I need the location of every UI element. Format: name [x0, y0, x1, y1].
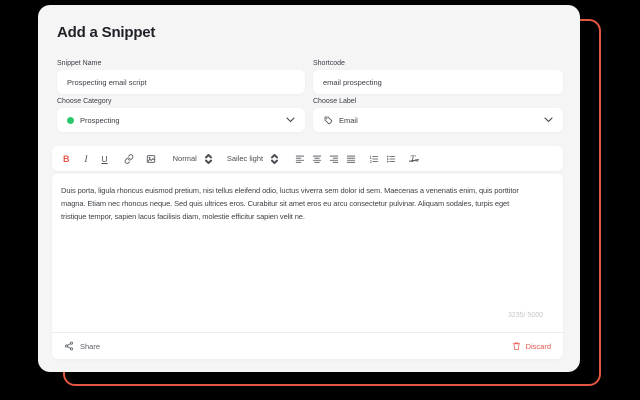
- clear-formatting-button[interactable]: Tx: [410, 154, 418, 164]
- category-value: Prospecting: [80, 115, 120, 125]
- italic-button[interactable]: I: [85, 154, 88, 164]
- label-select[interactable]: Email: [313, 108, 563, 132]
- tag-icon: [324, 116, 333, 125]
- category-color-dot: [67, 116, 74, 124]
- shortcode-label: Shortcode: [313, 60, 345, 67]
- link-icon: [124, 153, 133, 164]
- insert-link-button[interactable]: [124, 153, 134, 164]
- discard-button[interactable]: Discard: [512, 341, 551, 351]
- character-count: 3235/ 5000: [507, 312, 543, 319]
- editor-footer: Share Discard: [52, 332, 563, 359]
- align-justify-button[interactable]: [346, 154, 356, 164]
- share-label: Share: [80, 341, 101, 351]
- align-center-icon: [312, 155, 322, 163]
- align-right-button[interactable]: [329, 154, 339, 164]
- editor-textarea[interactable]: Duis porta, ligula rhoncus euismod preti…: [52, 174, 563, 223]
- label-value: Email: [339, 115, 358, 125]
- align-left-button[interactable]: [295, 154, 305, 164]
- insert-image-button[interactable]: [146, 154, 156, 164]
- align-justify-icon: [346, 155, 356, 163]
- updown-icon[interactable]: [204, 153, 212, 164]
- add-snippet-card: Add a Snippet Snippet Name Shortcode Cho…: [38, 5, 580, 372]
- share-button[interactable]: Share: [64, 341, 100, 351]
- editor-area: Duis porta, ligula rhoncus euismod preti…: [52, 174, 563, 359]
- image-icon: [146, 154, 155, 163]
- bullet-list-icon: [387, 155, 396, 162]
- shortcode-input[interactable]: [313, 70, 563, 94]
- snippet-name-label: Snippet Name: [57, 60, 102, 67]
- page-title: Add a Snippet: [57, 24, 156, 41]
- choose-label-label: Choose Label: [313, 98, 357, 105]
- choose-category-label: Choose Category: [57, 98, 112, 105]
- updown-icon[interactable]: [271, 153, 279, 164]
- discard-label: Discard: [525, 341, 551, 351]
- ordered-list-icon: [370, 155, 379, 163]
- underline-button[interactable]: U: [102, 154, 108, 164]
- category-select[interactable]: Prospecting: [57, 108, 305, 132]
- align-left-icon: [295, 155, 305, 163]
- share-icon: [65, 341, 73, 351]
- chevron-down-icon: [544, 117, 553, 123]
- ordered-list-button[interactable]: [369, 154, 379, 164]
- trash-icon: [512, 342, 520, 350]
- font-select[interactable]: Sailec light: [227, 154, 263, 163]
- bold-button[interactable]: B: [63, 154, 70, 164]
- align-center-button[interactable]: [312, 154, 322, 164]
- snippet-name-input[interactable]: [57, 70, 305, 94]
- chevron-down-icon: [286, 117, 295, 123]
- paragraph-style-select[interactable]: Normal: [173, 154, 197, 163]
- align-right-icon: [329, 155, 339, 163]
- editor-toolbar: B I U Normal Sailec light T x: [52, 146, 563, 171]
- bullet-list-button[interactable]: [386, 154, 396, 164]
